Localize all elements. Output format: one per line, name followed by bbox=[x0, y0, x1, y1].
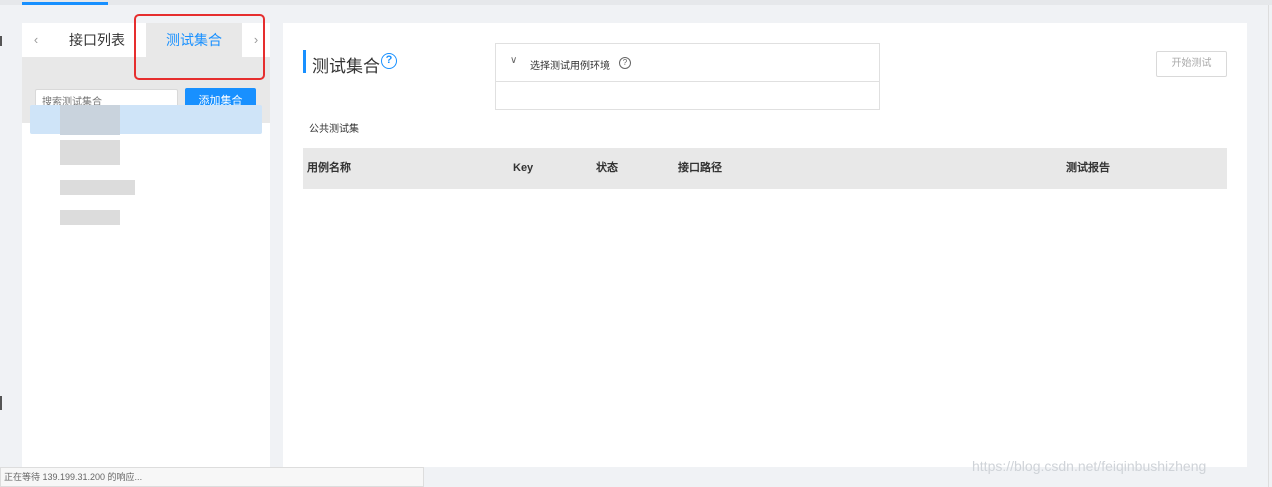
window-edge-marker bbox=[0, 36, 2, 46]
browser-status-bar: 正在等待 139.199.31.200 的响应... bbox=[0, 467, 424, 487]
chevron-down-icon: ∨ bbox=[510, 55, 518, 66]
column-header-test-report: 测试报告 bbox=[1066, 162, 1110, 174]
column-header-api-path: 接口路径 bbox=[678, 162, 722, 174]
question-circle-icon[interactable]: ? bbox=[381, 53, 397, 69]
window-edge-marker bbox=[0, 396, 2, 410]
list-item[interactable] bbox=[60, 180, 135, 195]
tab-api-list[interactable]: 接口列表 bbox=[54, 23, 140, 57]
environment-label: 选择测试用例环境 bbox=[530, 61, 610, 72]
list-item[interactable] bbox=[60, 210, 120, 225]
chevron-left-icon[interactable]: ‹ bbox=[29, 32, 43, 48]
title-accent-bar bbox=[303, 50, 306, 73]
column-header-status: 状态 bbox=[596, 162, 618, 174]
blurred-item-label bbox=[60, 105, 120, 135]
question-circle-icon[interactable]: ? bbox=[619, 57, 631, 69]
blurred-item-label bbox=[60, 140, 120, 165]
scrollbar[interactable] bbox=[1268, 5, 1272, 487]
column-header-case-name: 用例名称 bbox=[307, 162, 351, 174]
watermark: https://blog.csdn.net/feiqinbushizheng bbox=[972, 458, 1207, 474]
table-header: 用例名称 Key 状态 接口路径 测试报告 bbox=[303, 148, 1227, 189]
column-header-key: Key bbox=[513, 162, 534, 174]
public-collection-label: 公共测试集 bbox=[309, 124, 359, 135]
active-nav-indicator bbox=[22, 2, 108, 5]
start-test-button[interactable]: 开始测试 bbox=[1156, 51, 1227, 77]
environment-selector: ∨ 选择测试用例环境 ? bbox=[495, 43, 880, 110]
page-title: 测试集合 bbox=[312, 57, 380, 76]
sidebar: ‹ 接口列表 测试集合 › 添加集合 bbox=[22, 23, 270, 467]
top-bar bbox=[0, 0, 1272, 5]
environment-collapse-header[interactable]: ∨ 选择测试用例环境 ? bbox=[496, 44, 879, 82]
highlight-annotation bbox=[134, 14, 265, 80]
